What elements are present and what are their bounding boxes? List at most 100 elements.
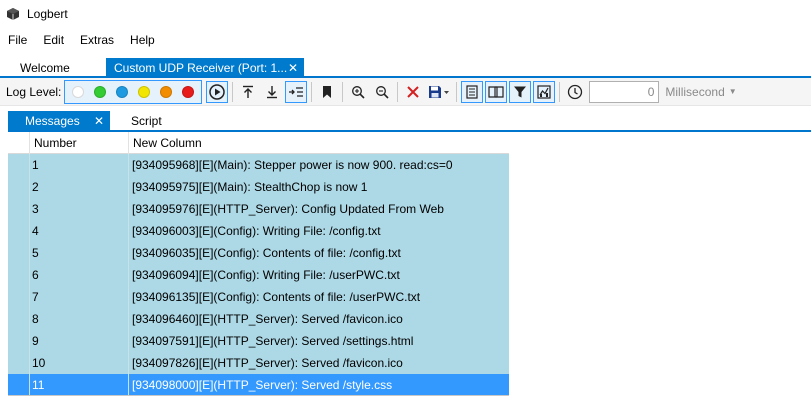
logbert-app-icon bbox=[5, 6, 21, 22]
tab-custom-udp-receiver[interactable]: Custom UDP Receiver (Port: 1... ✕ bbox=[106, 58, 304, 78]
auto-scroll-toggle[interactable] bbox=[285, 80, 308, 103]
tab-messages-label: Messages bbox=[25, 114, 80, 128]
clock-icon bbox=[568, 84, 583, 99]
arrow-down-to-line-icon bbox=[267, 85, 278, 98]
table-row-selected[interactable]: 11 [934098000][E](HTTP_Server): Served /s… bbox=[8, 374, 509, 396]
time-shift-button[interactable] bbox=[564, 81, 586, 103]
row-message: [934096003][E](Config): Writing File: /c… bbox=[132, 224, 381, 238]
messages-grid: Number New Column 1 [934095968][E](Main):… bbox=[8, 132, 509, 396]
row-selector[interactable] bbox=[8, 198, 30, 220]
clear-messages-button[interactable] bbox=[402, 81, 424, 103]
row-selector[interactable] bbox=[8, 352, 30, 374]
row-number: 7 bbox=[30, 286, 129, 308]
log-level-label: Log Level: bbox=[6, 84, 62, 99]
time-unit-select[interactable]: Millisecond bbox=[665, 85, 724, 99]
menu-edit[interactable]: Edit bbox=[35, 28, 72, 52]
table-row[interactable]: 9 [934097591][E](HTTP_Server): Served /se… bbox=[8, 330, 509, 352]
row-message: [934096035][E](Config): Contents of file… bbox=[132, 246, 401, 260]
level-info-button[interactable] bbox=[111, 82, 133, 102]
table-row[interactable]: 2 [934095975][E](Main): StealthChop is no… bbox=[8, 176, 509, 198]
time-shift-input[interactable]: 0 bbox=[589, 80, 660, 103]
level-error-button[interactable] bbox=[155, 82, 177, 102]
filter-button[interactable] bbox=[509, 80, 532, 103]
book-view-button[interactable] bbox=[485, 80, 508, 103]
level-fatal-button[interactable] bbox=[177, 82, 199, 102]
column-header-new-column[interactable]: New Column bbox=[129, 132, 509, 154]
app-title: Logbert bbox=[27, 7, 68, 21]
bookmark-icon bbox=[323, 85, 332, 98]
row-message: [934095976][E](HTTP_Server): Config Upda… bbox=[132, 202, 444, 216]
menu-help[interactable]: Help bbox=[122, 28, 163, 52]
close-tab-icon[interactable]: ✕ bbox=[288, 58, 298, 78]
row-selector[interactable] bbox=[8, 176, 30, 198]
info-dot-icon bbox=[116, 85, 129, 98]
table-row[interactable]: 7 [934096135][E](Config): Contents of fil… bbox=[8, 286, 509, 308]
title-bar: Logbert bbox=[0, 0, 811, 28]
tab-script-label: Script bbox=[131, 114, 162, 128]
row-selector[interactable] bbox=[8, 308, 30, 330]
level-trace-button[interactable] bbox=[67, 82, 89, 102]
play-button[interactable] bbox=[206, 80, 229, 103]
tab-welcome[interactable]: Welcome bbox=[12, 58, 94, 78]
row-number: 1 bbox=[30, 154, 129, 176]
warning-dot-icon bbox=[138, 85, 151, 98]
row-selector[interactable] bbox=[8, 154, 30, 176]
toolbar-separator bbox=[559, 81, 561, 102]
chevron-down-icon[interactable]: ▼ bbox=[729, 87, 737, 96]
row-selector[interactable] bbox=[8, 330, 30, 352]
row-message: [934095975][E](Main): StealthChop is now… bbox=[132, 180, 368, 194]
tab-script[interactable]: Script bbox=[131, 111, 162, 131]
row-number: 6 bbox=[30, 264, 129, 286]
row-message: [934096094][E](Config): Writing File: /u… bbox=[132, 268, 400, 282]
table-row[interactable]: 1 [934095968][E](Main): Stepper power is … bbox=[8, 154, 509, 176]
row-selector[interactable] bbox=[8, 242, 30, 264]
table-row[interactable]: 3 [934095976][E](HTTP_Server): Config Upd… bbox=[8, 198, 509, 220]
debug-dot-icon bbox=[94, 85, 107, 98]
column-header-number[interactable]: Number bbox=[30, 132, 129, 154]
arrow-up-to-line-icon bbox=[243, 85, 254, 98]
tab-messages[interactable]: Messages ✕ bbox=[8, 111, 110, 131]
level-debug-button[interactable] bbox=[89, 82, 111, 102]
table-row[interactable]: 10 [934097826][E](HTTP_Server): Served /f… bbox=[8, 352, 509, 374]
tab-welcome-label: Welcome bbox=[20, 61, 70, 75]
close-messages-tab-icon[interactable]: ✕ bbox=[94, 111, 104, 131]
scroll-to-bottom-button[interactable] bbox=[261, 81, 283, 103]
zoom-in-button[interactable] bbox=[347, 81, 369, 103]
level-warning-button[interactable] bbox=[133, 82, 155, 102]
document-tabs: Welcome Custom UDP Receiver (Port: 1... … bbox=[0, 56, 811, 78]
row-selector[interactable] bbox=[8, 374, 30, 396]
table-row[interactable]: 8 [934096460][E](HTTP_Server): Served /fa… bbox=[8, 308, 509, 330]
toolbar: Log Level: 0 Millisecond ▼ bbox=[0, 78, 811, 106]
auto-scroll-icon bbox=[289, 86, 304, 97]
menu-file[interactable]: File bbox=[0, 28, 35, 52]
fatal-dot-icon bbox=[182, 85, 195, 98]
toolbar-separator bbox=[342, 81, 344, 102]
save-dropdown-button[interactable] bbox=[426, 81, 452, 103]
log-view-button[interactable] bbox=[461, 80, 484, 103]
toolbar-separator bbox=[397, 81, 399, 102]
row-selector[interactable] bbox=[8, 286, 30, 308]
row-message: [934096135][E](Config): Contents of file… bbox=[132, 290, 421, 304]
statistics-button[interactable] bbox=[533, 80, 556, 103]
row-number: 3 bbox=[30, 198, 129, 220]
bookmark-button[interactable] bbox=[316, 81, 338, 103]
table-row[interactable]: 6 [934096094][E](Config): Writing File: /… bbox=[8, 264, 509, 286]
toolbar-separator bbox=[456, 81, 458, 102]
scroll-to-top-button[interactable] bbox=[237, 81, 259, 103]
save-icon bbox=[429, 85, 450, 98]
row-message: [934098000][E](HTTP_Server): Served /sty… bbox=[132, 378, 393, 392]
table-row[interactable]: 4 [934096003][E](Config): Writing File: /… bbox=[8, 220, 509, 242]
row-number: 10 bbox=[30, 352, 129, 374]
zoom-out-icon bbox=[376, 85, 389, 99]
zoom-out-button[interactable] bbox=[371, 81, 393, 103]
menu-bar: File Edit Extras Help bbox=[0, 28, 811, 52]
toolbar-separator bbox=[311, 81, 313, 102]
row-selector[interactable] bbox=[8, 264, 30, 286]
row-selector-header[interactable] bbox=[8, 132, 30, 154]
row-selector[interactable] bbox=[8, 220, 30, 242]
grid-bottom-border bbox=[8, 395, 509, 396]
chart-statistics-icon bbox=[537, 84, 551, 99]
table-row[interactable]: 5 [934096035][E](Config): Contents of fil… bbox=[8, 242, 509, 264]
menu-extras[interactable]: Extras bbox=[72, 28, 122, 52]
row-message: [934097826][E](HTTP_Server): Served /fav… bbox=[132, 356, 403, 370]
